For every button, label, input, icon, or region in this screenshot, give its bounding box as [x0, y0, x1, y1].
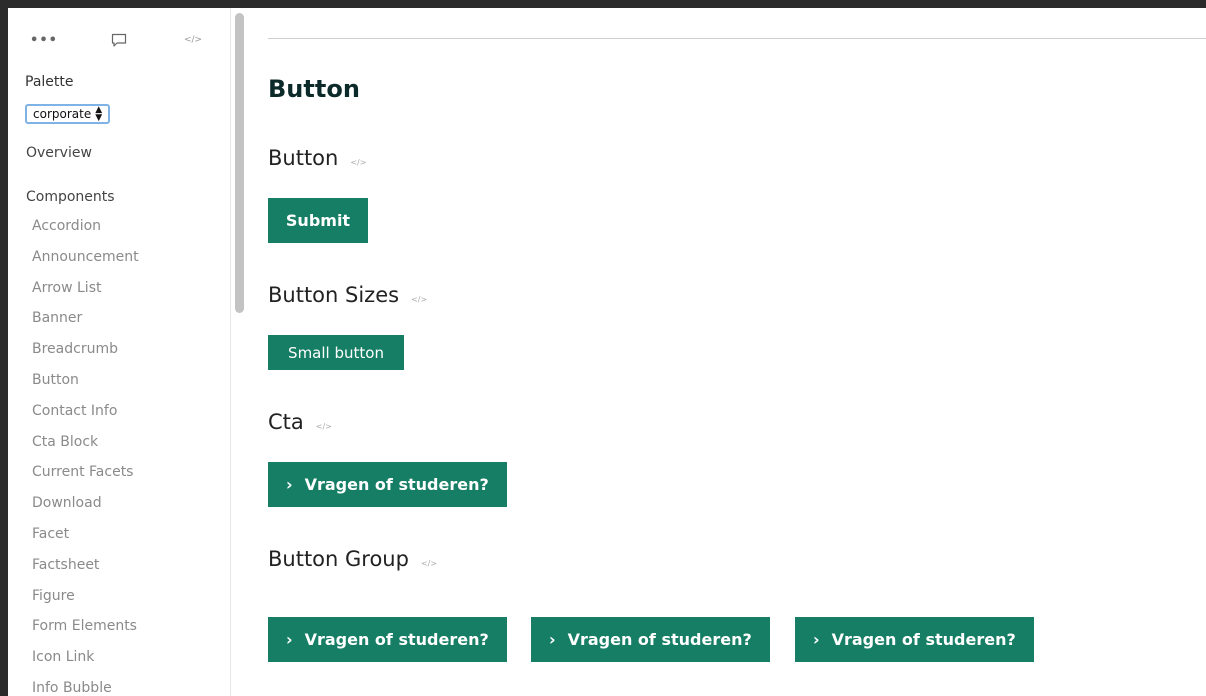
small-button[interactable]: Small button: [268, 335, 404, 370]
group-button-label: Vragen of studeren?: [831, 630, 1016, 649]
main-content: Button Button </> Submit Button Sizes </…: [246, 8, 1206, 696]
sidebar-item-banner[interactable]: Banner: [32, 308, 139, 339]
sidebar-item-form-elements[interactable]: Form Elements: [32, 616, 139, 647]
code-icon[interactable]: </>: [411, 295, 427, 304]
code-icon[interactable]: </>: [182, 30, 204, 50]
group-button-2[interactable]: › Vragen of studeren?: [531, 617, 770, 662]
sidebar-item-current-facets[interactable]: Current Facets: [32, 462, 139, 493]
chevron-right-icon: ›: [549, 630, 556, 649]
sidebar-item-accordion[interactable]: Accordion: [32, 216, 139, 247]
sidebar-item-contact-info[interactable]: Contact Info: [32, 401, 139, 432]
divider: [268, 38, 1206, 39]
palette-select-value: corporate: [33, 107, 92, 121]
more-options-icon[interactable]: •••: [30, 30, 57, 50]
section-title-text: Cta: [268, 410, 304, 434]
sidebar-item-announcement[interactable]: Announcement: [32, 247, 139, 278]
palette-select[interactable]: corporate ▲ ▼: [25, 104, 111, 124]
section-title-text: Button Group: [268, 547, 409, 571]
sidebar-item-icon-link[interactable]: Icon Link: [32, 647, 139, 678]
sidebar-item-overview[interactable]: Overview: [26, 145, 92, 161]
sidebar-item-arrow-list[interactable]: Arrow List: [32, 278, 139, 309]
section-title-text: Button: [268, 146, 339, 170]
group-button-label: Vragen of studeren?: [567, 630, 752, 649]
comment-icon[interactable]: [108, 30, 130, 50]
sidebar-scrollbar[interactable]: [235, 13, 244, 313]
group-button-1[interactable]: › Vragen of studeren?: [268, 617, 507, 662]
sidebar-item-breadcrumb[interactable]: Breadcrumb: [32, 339, 139, 370]
cta-button-label: Vragen of studeren?: [304, 475, 489, 494]
sidebar-item-factsheet[interactable]: Factsheet: [32, 555, 139, 586]
chevron-right-icon: ›: [286, 630, 293, 649]
cta-button[interactable]: › Vragen of studeren?: [268, 462, 507, 507]
sidebar-item-button[interactable]: Button: [32, 370, 139, 401]
sidebar-item-info-bubble[interactable]: Info Bubble: [32, 678, 139, 696]
section-title-text: Button Sizes: [268, 283, 400, 307]
page-title: Button: [268, 75, 360, 103]
group-button-3[interactable]: › Vragen of studeren?: [795, 617, 1034, 662]
code-icon[interactable]: </>: [350, 158, 366, 167]
palette-label: Palette: [25, 74, 74, 90]
components-heading: Components: [26, 189, 115, 205]
code-icon[interactable]: </>: [421, 559, 437, 568]
sidebar-item-download[interactable]: Download: [32, 493, 139, 524]
chevron-right-icon: ›: [813, 630, 820, 649]
sidebar-toolbar: ••• </>: [8, 30, 230, 50]
section-title-cta: Cta </>: [268, 410, 332, 434]
sidebar-item-cta-block[interactable]: Cta Block: [32, 432, 139, 463]
components-list: Accordion Announcement Arrow List Banner…: [32, 216, 139, 696]
section-title-button-sizes: Button Sizes </>: [268, 283, 427, 307]
select-arrows-icon: ▲ ▼: [95, 105, 103, 123]
section-title-button-group: Button Group </>: [268, 547, 437, 571]
app-frame: ••• </> Palette corporate ▲ ▼ Overview Co…: [8, 8, 1206, 696]
sidebar: ••• </> Palette corporate ▲ ▼ Overview Co…: [8, 8, 231, 696]
sidebar-item-facet[interactable]: Facet: [32, 524, 139, 555]
sidebar-item-figure[interactable]: Figure: [32, 586, 139, 617]
section-title-button: Button </>: [268, 146, 366, 170]
submit-button[interactable]: Submit: [268, 198, 368, 243]
code-icon[interactable]: </>: [316, 422, 332, 431]
chevron-right-icon: ›: [286, 475, 293, 494]
group-button-label: Vragen of studeren?: [304, 630, 489, 649]
